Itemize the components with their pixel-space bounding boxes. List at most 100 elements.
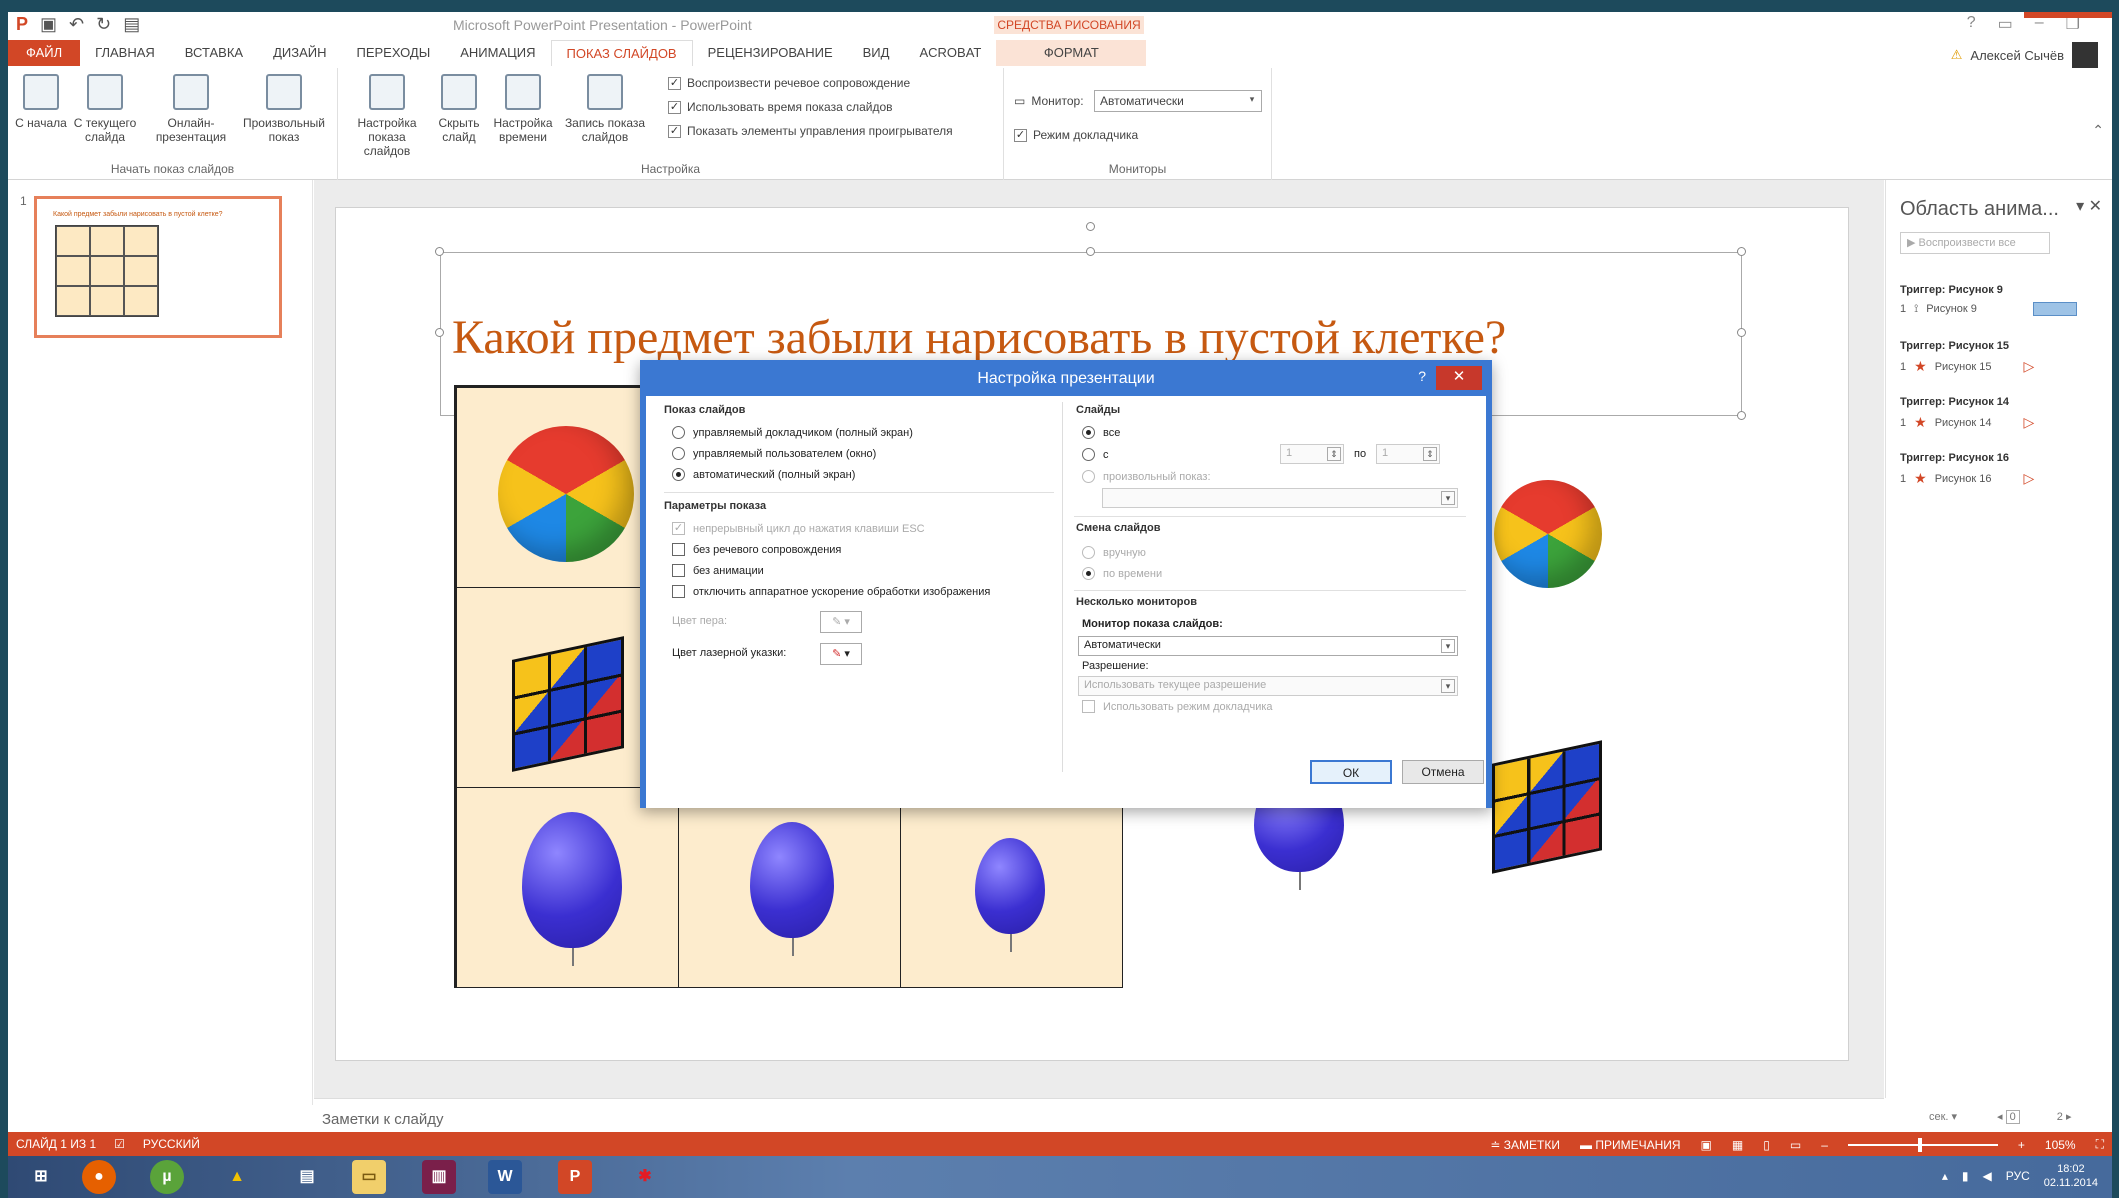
individual-window-radio[interactable]: управляемый пользователем (окно)	[672, 447, 876, 460]
pen-color-button[interactable]: ✎ ▾	[820, 611, 862, 633]
tab-slide-show[interactable]: ПОКАЗ СЛАЙДОВ	[550, 40, 693, 66]
trigger-group[interactable]: Триггер: Рисунок 16 1 ★ Рисунок 16 ▷	[1900, 452, 2034, 487]
tab-home[interactable]: ГЛАВНАЯ	[80, 40, 170, 66]
tab-transitions[interactable]: ПЕРЕХОДЫ	[342, 40, 446, 66]
tab-design[interactable]: ДИЗАЙН	[258, 40, 341, 66]
play-all-button[interactable]: ▶ Воспроизвести все	[1900, 232, 2050, 254]
from-current-slide-button[interactable]: С текущего слайда	[68, 74, 142, 144]
resize-handle[interactable]	[435, 247, 444, 256]
clock[interactable]: 18:02 02.11.2014	[2044, 1162, 2098, 1190]
loop-checkbox[interactable]: ✓ непрерывный цикл до нажатия клавиши ESC	[672, 522, 925, 535]
trigger-group[interactable]: Триггер: Рисунок 14 1 ★ Рисунок 14 ▷	[1900, 396, 2034, 431]
resize-handle[interactable]	[1737, 328, 1746, 337]
notes-toggle[interactable]: ≐ ЗАМЕТКИ	[1490, 1138, 1560, 1152]
powerpoint-icon[interactable]: P	[558, 1160, 592, 1194]
rubiks-cube-picture-option[interactable]	[1492, 740, 1602, 874]
acrobat-icon[interactable]: ✱	[628, 1160, 662, 1194]
collapse-ribbon-icon[interactable]: ⌃	[2092, 122, 2104, 139]
beach-ball-picture[interactable]	[498, 426, 634, 562]
zoom-level[interactable]: 105%	[2045, 1138, 2076, 1152]
word-icon[interactable]: W	[488, 1160, 522, 1194]
language-indicator[interactable]: РУССКИЙ	[143, 1137, 200, 1151]
reading-view-icon[interactable]: ▯	[1763, 1138, 1770, 1152]
slideshow-view-icon[interactable]: ▭	[1790, 1138, 1801, 1152]
timings-advance-radio[interactable]: по времени	[1082, 567, 1162, 580]
volume-icon[interactable]: ◀	[1982, 1169, 1991, 1183]
trigger-group[interactable]: Триггер: Рисунок 9 1 ⟟ Рисунок 9	[1900, 284, 2077, 316]
show-media-controls-checkbox[interactable]: ✓ Показать элементы управления проигрыват…	[668, 124, 953, 138]
close-icon[interactable]: ▾ ✕	[2076, 196, 2102, 216]
tab-acrobat[interactable]: ACROBAT	[904, 40, 996, 66]
tray-arrow-icon[interactable]: ▴	[1942, 1169, 1948, 1183]
setup-slideshow-button[interactable]: Настройка показа слайдов	[344, 74, 430, 158]
file-explorer-icon[interactable]: ▭	[352, 1160, 386, 1194]
rubiks-cube-picture[interactable]	[512, 636, 624, 772]
balloon-picture[interactable]	[750, 822, 834, 956]
slide-thumbnail[interactable]: Какой предмет забыли нарисовать в пустой…	[34, 196, 282, 338]
ok-button[interactable]: ОК	[1310, 760, 1392, 784]
resolution-select[interactable]: Использовать текущее разрешение ▾	[1078, 676, 1458, 696]
hide-slide-button[interactable]: Скрыть слайд	[434, 74, 484, 144]
winrar-icon[interactable]: ▥	[422, 1160, 456, 1194]
custom-show-radio[interactable]: произвольный показ:	[1082, 470, 1211, 483]
no-animation-checkbox[interactable]: без анимации	[672, 564, 764, 577]
tab-format[interactable]: ФОРМАТ	[996, 40, 1147, 66]
comments-toggle[interactable]: ▬ ПРИМЕЧАНИЯ	[1580, 1138, 1681, 1152]
start-slideshow-icon[interactable]: ▤	[123, 14, 140, 35]
presenter-fullscreen-radio[interactable]: управляемый докладчиком (полный экран)	[672, 426, 913, 439]
no-narration-checkbox[interactable]: без речевого сопровождения	[672, 543, 841, 556]
spellcheck-icon[interactable]: ☑	[114, 1137, 125, 1151]
slide-sorter-icon[interactable]: ▦	[1732, 1138, 1743, 1152]
rehearse-timings-button[interactable]: Настройка времени	[488, 74, 558, 144]
redo-icon[interactable]: ↻	[96, 14, 111, 35]
play-narrations-checkbox[interactable]: ✓ Воспроизвести речевое сопровождение	[668, 76, 910, 90]
help-icon[interactable]: ?	[1418, 368, 1426, 384]
to-slide-spinner[interactable]: 1 ⇕	[1376, 444, 1440, 464]
slide-title[interactable]: Какой предмет забыли нарисовать в пустой…	[452, 310, 1506, 365]
utorrent-icon[interactable]: µ	[150, 1160, 184, 1194]
zoom-out-icon[interactable]: –	[1821, 1138, 1828, 1152]
windows-start-icon[interactable]: ⊞	[24, 1160, 58, 1194]
firefox-icon[interactable]: ●	[82, 1160, 116, 1194]
tab-file[interactable]: ФАЙЛ	[8, 40, 81, 66]
ribbon-display-icon[interactable]: ▭	[1998, 14, 2013, 34]
disable-hw-acceleration-checkbox[interactable]: отключить аппаратное ускорение обработки…	[672, 585, 990, 598]
use-timings-checkbox[interactable]: ✓ Использовать время показа слайдов	[668, 100, 893, 114]
rotate-handle[interactable]	[1086, 222, 1095, 231]
video-editor-icon[interactable]: ▤	[290, 1160, 324, 1194]
seconds-dropdown[interactable]: сек. ▾	[1929, 1110, 1957, 1123]
monitor-select[interactable]: Автоматически ▾	[1094, 90, 1262, 112]
trigger-group[interactable]: Триггер: Рисунок 15 1 ★ Рисунок 15 ▷	[1900, 340, 2034, 375]
resize-handle[interactable]	[1086, 247, 1095, 256]
slideshow-monitor-select[interactable]: Автоматически ▾	[1078, 636, 1458, 656]
resize-handle[interactable]	[435, 328, 444, 337]
resize-handle[interactable]	[1737, 247, 1746, 256]
laser-color-button[interactable]: ✎ ▾	[820, 643, 862, 665]
manual-advance-radio[interactable]: вручную	[1082, 546, 1146, 559]
help-icon[interactable]: ?	[1967, 14, 1976, 34]
dialog-close-icon[interactable]: ✕	[1436, 366, 1482, 390]
tab-review[interactable]: РЕЦЕНЗИРОВАНИЕ	[693, 40, 848, 66]
from-slide-spinner[interactable]: 1 ⇕	[1280, 444, 1344, 464]
record-slideshow-button[interactable]: Запись показа слайдов	[560, 74, 650, 144]
from-beginning-button[interactable]: С начала	[12, 74, 70, 130]
custom-show-select[interactable]: ▾	[1102, 488, 1458, 508]
zoom-slider[interactable]	[1847, 1137, 1998, 1152]
cancel-button[interactable]: Отмена	[1402, 760, 1484, 784]
undo-icon[interactable]: ↶	[69, 14, 84, 35]
beach-ball-picture-option[interactable]	[1494, 480, 1602, 588]
fit-slide-icon[interactable]: ⛶	[2096, 1137, 2104, 1152]
user-account[interactable]: ⚠ Алексей Сычёв	[1951, 42, 2098, 68]
save-icon[interactable]: ▣	[40, 14, 57, 35]
from-slide-radio[interactable]: с	[1082, 448, 1109, 461]
close-button[interactable]	[2024, 12, 2112, 18]
keyboard-language[interactable]: РУС	[2006, 1169, 2030, 1183]
network-icon[interactable]: ▮	[1962, 1169, 1969, 1183]
online-presentation-button[interactable]: Онлайн-презентация	[148, 74, 234, 144]
presenter-view-checkbox[interactable]: ✓ Режим докладчика	[1014, 128, 1138, 142]
tab-animations[interactable]: АНИМАЦИЯ	[445, 40, 550, 66]
tab-insert[interactable]: ВСТАВКА	[170, 40, 258, 66]
daemon-tools-icon[interactable]: ▲	[220, 1160, 254, 1194]
zoom-in-icon[interactable]: +	[2018, 1138, 2025, 1152]
tab-view[interactable]: ВИД	[848, 40, 905, 66]
